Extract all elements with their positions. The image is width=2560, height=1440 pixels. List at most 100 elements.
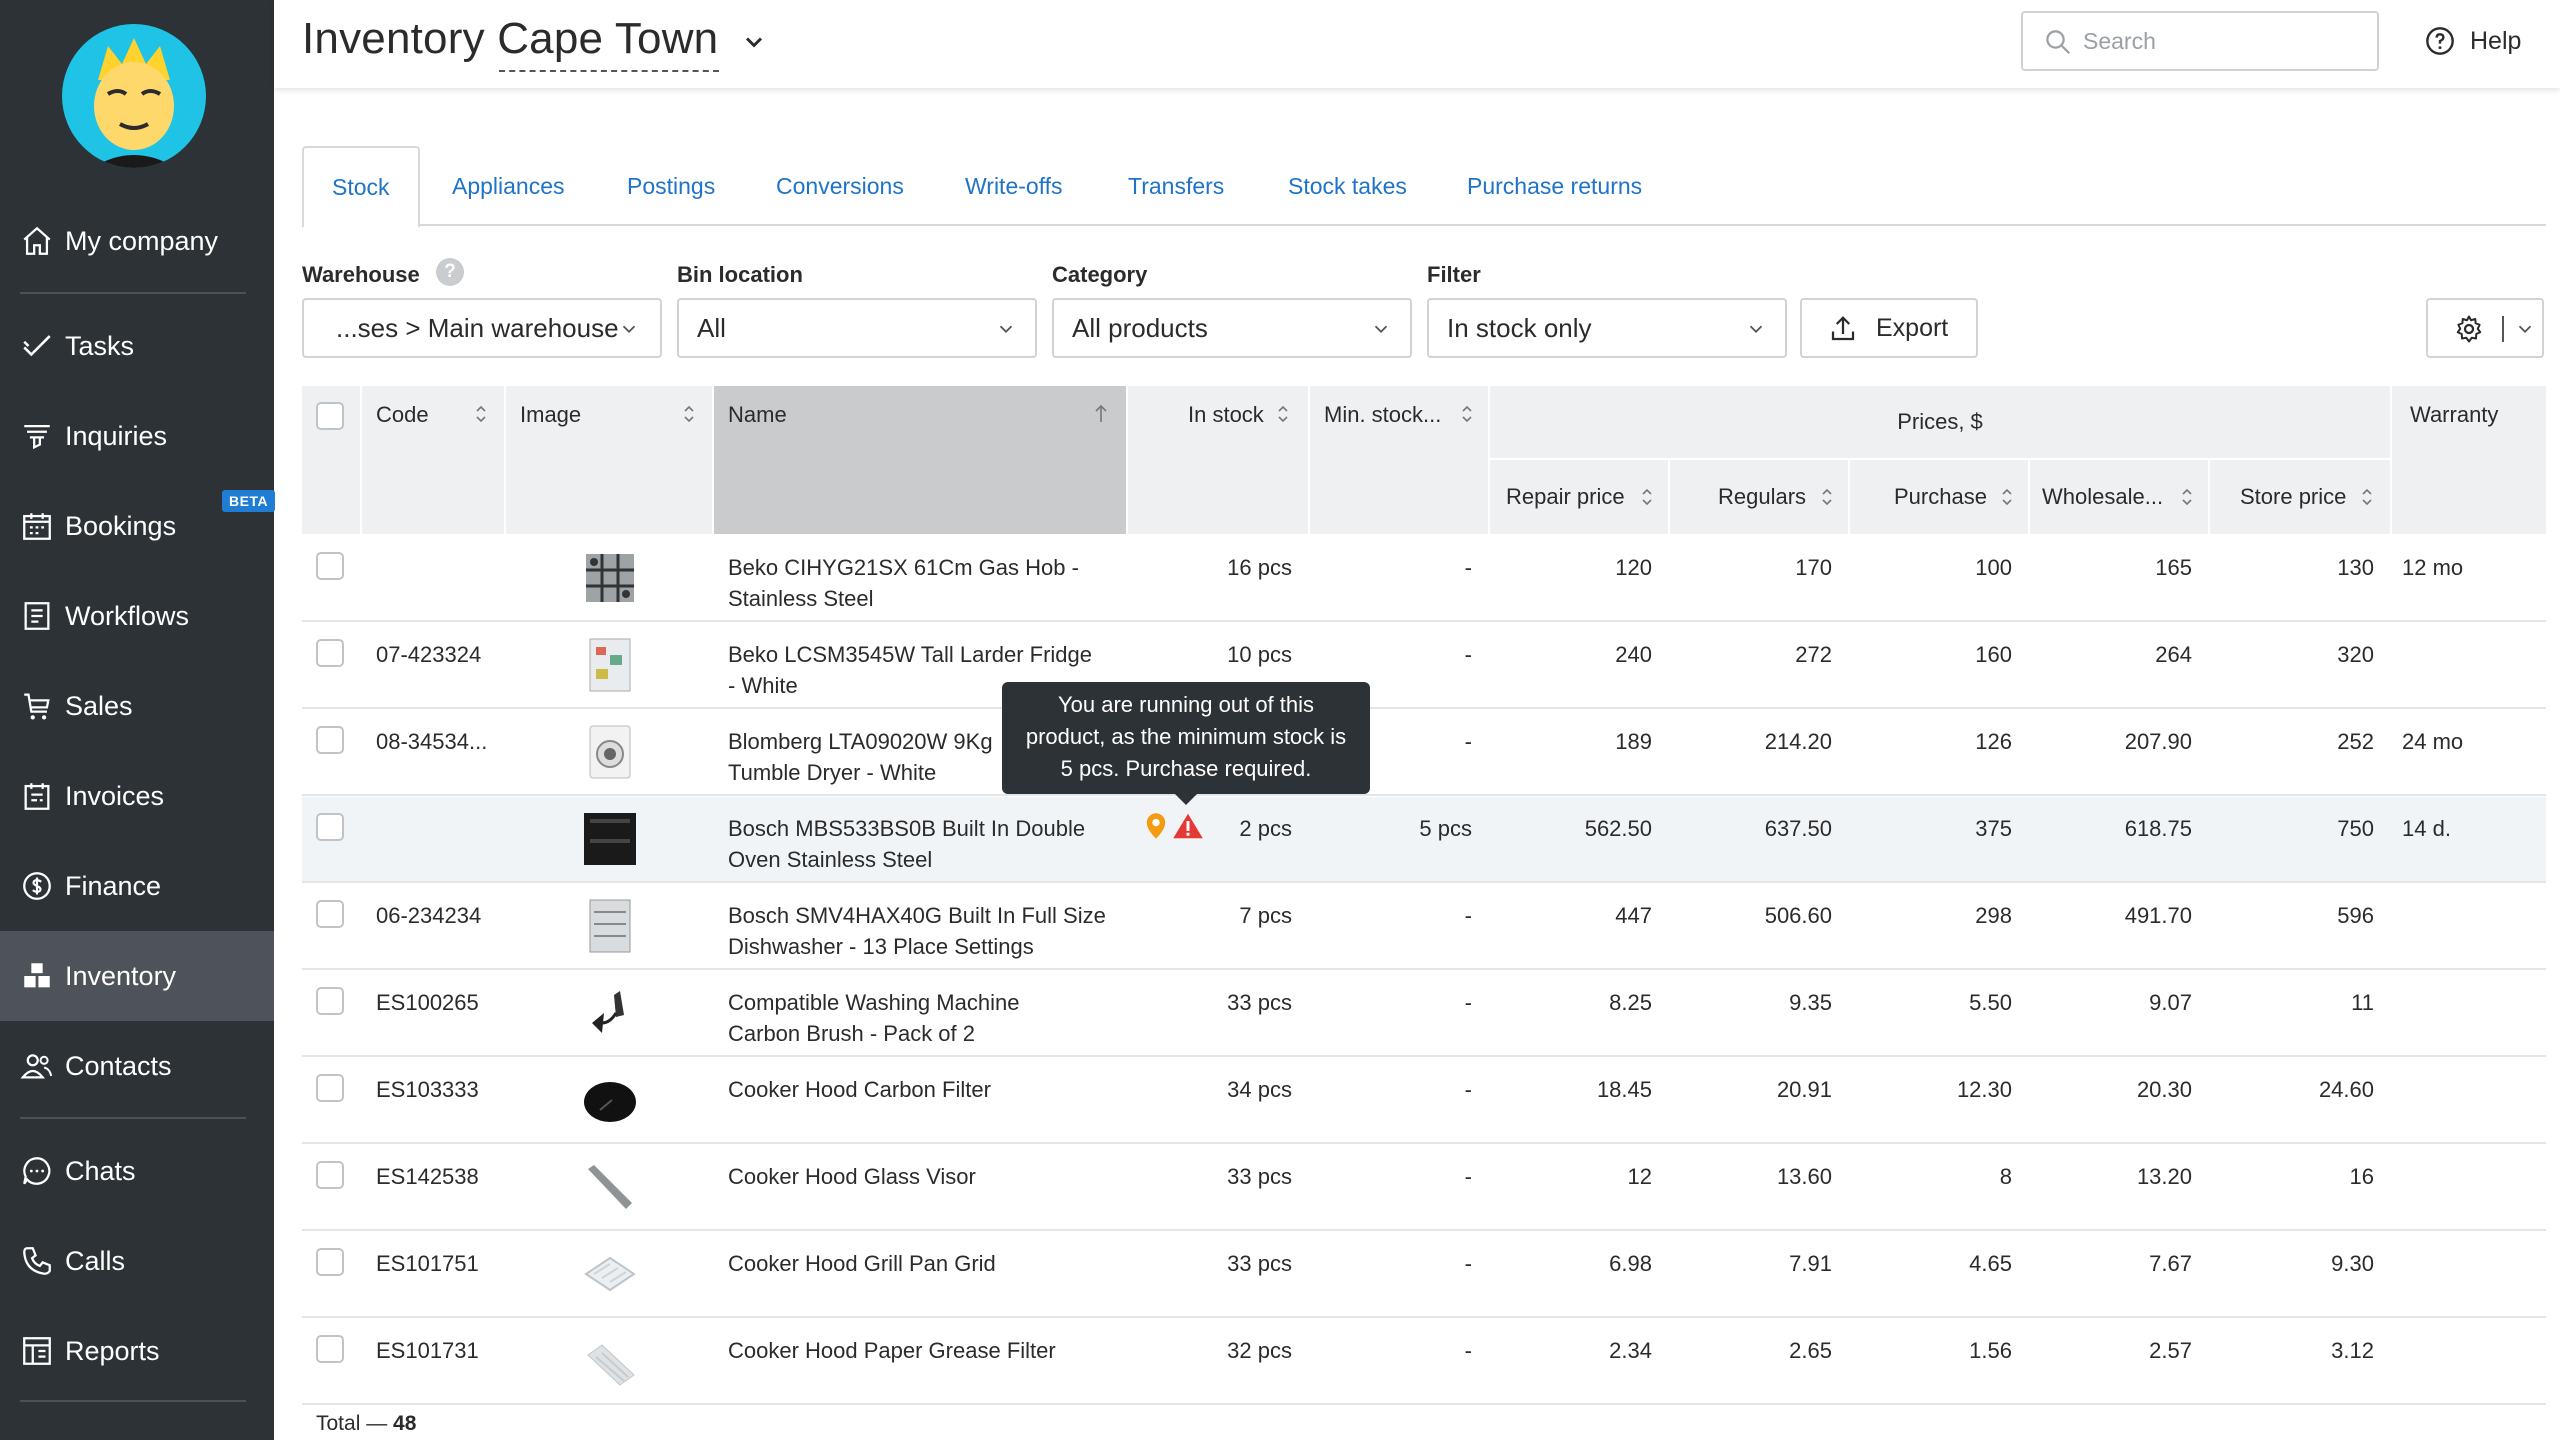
row-checkbox[interactable]	[316, 987, 344, 1015]
phone-icon	[20, 1244, 54, 1278]
cell-store-price: 16	[2349, 1164, 2374, 1189]
invoice-icon	[20, 779, 54, 813]
tab-transfers[interactable]: Transfers	[1128, 146, 1224, 226]
select-all-checkbox[interactable]	[316, 402, 344, 430]
column-header-name[interactable]: Name	[714, 386, 1126, 534]
column-header-purchase[interactable]: Purchase	[1850, 460, 2028, 534]
page-title[interactable]: Inventory Cape Town	[302, 14, 718, 64]
sidebar-item-workflows[interactable]: Workflows	[0, 571, 274, 661]
row-checkbox[interactable]	[316, 813, 344, 841]
row-checkbox[interactable]	[316, 1161, 344, 1189]
table-row[interactable]: 08-34534... Blomberg LTA09020W 9Kg Tumble …	[302, 710, 2546, 796]
product-image[interactable]	[580, 1070, 640, 1130]
column-header-min-stock[interactable]: Min. stock...	[1310, 386, 1488, 534]
sidebar-item-contacts[interactable]: Contacts	[0, 1021, 274, 1111]
cell-name[interactable]: Bosch SMV4HAX40G Built In Full Size Dishw…	[728, 900, 1118, 962]
sidebar-item-label: Invoices	[65, 780, 165, 811]
search-input[interactable]	[2083, 23, 2363, 59]
product-image[interactable]	[580, 983, 640, 1043]
help-button[interactable]: Help	[2424, 20, 2521, 62]
table-row[interactable]: Beko CIHYG21SX 61Cm Gas Hob - Stainless S…	[302, 536, 2546, 622]
sidebar-item-tasks[interactable]: Tasks	[0, 301, 274, 391]
table-row[interactable]: ES101731 Cooker Hood Paper Grease Filter 3…	[302, 1319, 2546, 1405]
tab-purchase-returns[interactable]: Purchase returns	[1467, 146, 1642, 226]
category-label: Category	[1052, 262, 1148, 287]
row-checkbox[interactable]	[316, 639, 344, 667]
sidebar-item-label: Inquiries	[65, 420, 168, 451]
sidebar-item-inquiries[interactable]: Inquiries	[0, 391, 274, 481]
tab-write-offs[interactable]: Write-offs	[965, 146, 1063, 226]
sidebar-item-my-company[interactable]: My company	[0, 196, 274, 286]
column-header-image[interactable]: Image	[506, 386, 712, 534]
row-checkbox[interactable]	[316, 900, 344, 928]
sidebar-item-chats[interactable]: Chats	[0, 1126, 274, 1216]
column-header-in-stock[interactable]: In stock	[1128, 386, 1308, 534]
sidebar-item-reports[interactable]: Reports	[0, 1306, 274, 1396]
table-row[interactable]: Bosch MBS533BS0B Built In Double Oven Sta…	[302, 797, 2546, 883]
table-row[interactable]: 06-234234 Bosch SMV4HAX40G Built In Full …	[302, 884, 2546, 970]
column-header-code[interactable]: Code	[362, 386, 504, 534]
row-checkbox[interactable]	[316, 1074, 344, 1102]
avatar[interactable]	[62, 24, 206, 168]
warning-icon[interactable]	[1172, 811, 1204, 841]
tab-postings[interactable]: Postings	[627, 146, 715, 226]
cell-name[interactable]: Cooker Hood Glass Visor	[728, 1161, 1118, 1192]
cell-store-price: 9.30	[2331, 1251, 2374, 1276]
tab-stock[interactable]: Stock	[302, 146, 420, 228]
tab-stock-takes[interactable]: Stock takes	[1288, 146, 1407, 226]
sidebar-item-finance[interactable]: Finance	[0, 841, 274, 931]
bin-location-select[interactable]: All	[677, 298, 1037, 358]
cell-name[interactable]: Beko CIHYG21SX 61Cm Gas Hob - Stainless S…	[728, 552, 1118, 614]
category-select[interactable]: All products	[1052, 298, 1412, 358]
sidebar-item-calls[interactable]: Calls	[0, 1216, 274, 1306]
product-image[interactable]	[580, 1331, 640, 1391]
table-row[interactable]: ES142538 Cooker Hood Glass Visor 33 pcs - 12…	[302, 1145, 2546, 1231]
cell-in-stock: 10 pcs	[1227, 642, 1292, 667]
tab-appliances[interactable]: Appliances	[452, 146, 565, 226]
table-row[interactable]: ES103333 Cooker Hood Carbon Filter 34 pcs -…	[302, 1058, 2546, 1144]
product-image[interactable]	[580, 1157, 640, 1217]
cell-name[interactable]: Cooker Hood Carbon Filter	[728, 1074, 1118, 1105]
cell-name[interactable]: Cooker Hood Grill Pan Grid	[728, 1248, 1118, 1279]
product-image[interactable]	[580, 896, 640, 956]
name-line: - White	[728, 673, 798, 698]
sidebar-item-sales[interactable]: Sales	[0, 661, 274, 751]
table-row[interactable]: 07-423324 Beko LCSM3545W Tall Larder Frid…	[302, 623, 2546, 709]
table-row[interactable]: ES100265 Compatible Washing Machine Carbon…	[302, 971, 2546, 1057]
question-icon[interactable]: ?	[436, 258, 464, 286]
column-header-repair-price[interactable]: Repair price	[1490, 460, 1668, 534]
cell-store-price: 11	[2351, 990, 2374, 1015]
export-button[interactable]: Export	[1800, 298, 1978, 358]
row-checkbox[interactable]	[316, 552, 344, 580]
product-image[interactable]	[580, 635, 640, 695]
column-settings-button[interactable]	[2426, 298, 2544, 358]
column-header-regulars[interactable]: Regulars	[1670, 460, 1848, 534]
warehouse-select[interactable]: ...ses > Main warehouse	[302, 298, 662, 358]
column-header-store-price[interactable]: Store price	[2210, 460, 2390, 534]
sidebar-item-invoices[interactable]: Invoices	[0, 751, 274, 841]
cell-code: 07-423324	[376, 642, 482, 667]
column-header-wholesale[interactable]: Wholesale...	[2030, 460, 2208, 534]
filter-select[interactable]: In stock only	[1427, 298, 1787, 358]
sidebar-item-inventory[interactable]: Inventory	[0, 931, 274, 1021]
column-header-label: In stock	[1188, 402, 1264, 427]
row-checkbox[interactable]	[316, 726, 344, 754]
chevron-down-icon[interactable]	[740, 28, 768, 56]
column-header-label: Store price	[2240, 484, 2347, 509]
row-checkbox[interactable]	[316, 1335, 344, 1363]
row-checkbox[interactable]	[316, 1248, 344, 1276]
cell-name[interactable]: Cooker Hood Paper Grease Filter	[728, 1335, 1118, 1366]
table-row[interactable]: ES101751 Cooker Hood Grill Pan Grid 33 pcs…	[302, 1232, 2546, 1318]
location-pin-icon[interactable]	[1142, 811, 1170, 841]
cell-name[interactable]: Bosch MBS533BS0B Built In Double Oven Sta…	[728, 813, 1118, 875]
product-image[interactable]	[580, 722, 640, 782]
cell-min-stock: -	[1464, 1338, 1472, 1363]
product-image[interactable]	[580, 548, 640, 608]
cell-regulars: 272	[1795, 642, 1832, 667]
cell-name[interactable]: Compatible Washing Machine Carbon Brush -…	[728, 987, 1118, 1049]
product-image[interactable]	[580, 809, 640, 869]
tab-conversions[interactable]: Conversions	[776, 146, 904, 226]
column-header-warranty[interactable]: Warranty	[2392, 386, 2546, 534]
product-image[interactable]	[580, 1244, 640, 1304]
search-box[interactable]	[2021, 11, 2379, 71]
